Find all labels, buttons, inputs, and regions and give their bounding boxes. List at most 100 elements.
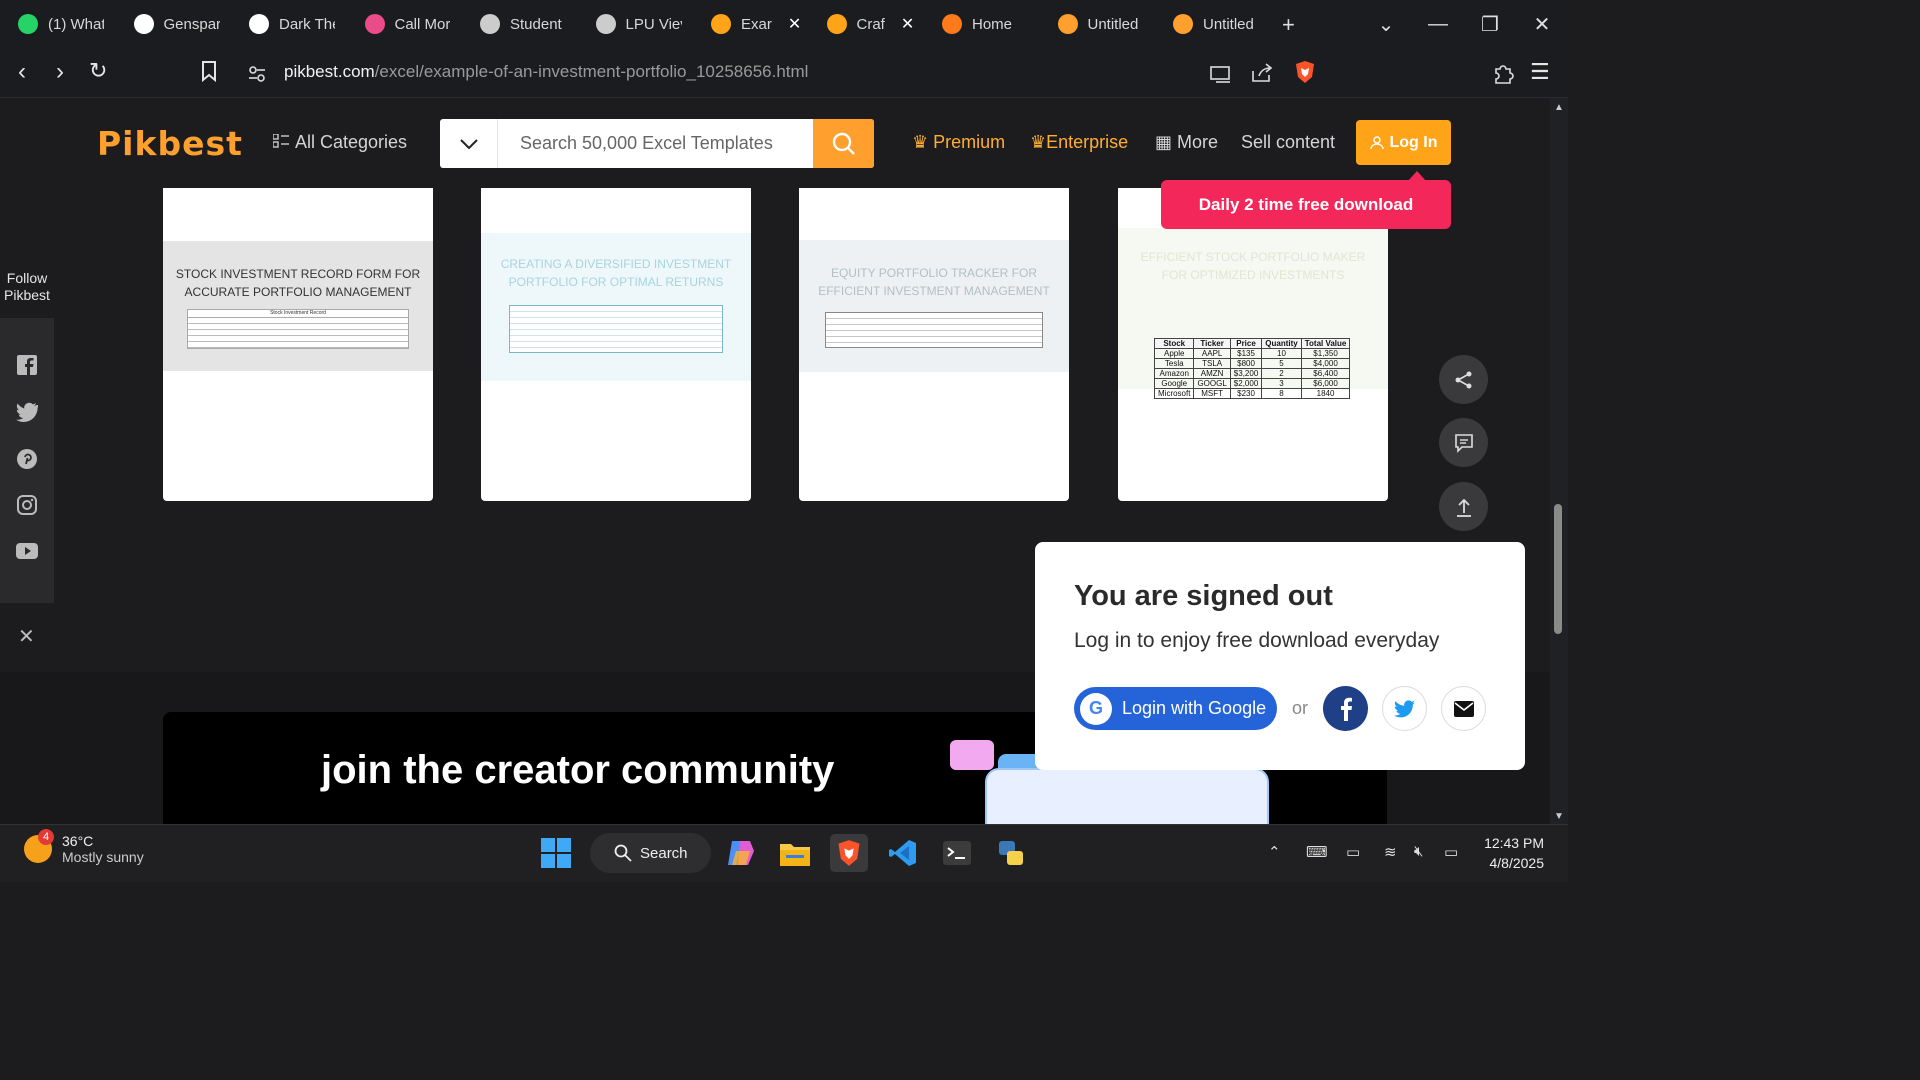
login-with-google-button[interactable]: G Login with Google (1074, 687, 1277, 730)
browser-tab[interactable]: Genspar (116, 0, 232, 48)
search-icon (614, 844, 632, 862)
site-settings-icon[interactable] (248, 62, 266, 90)
minimize-icon[interactable]: — (1412, 13, 1464, 36)
bookmark-icon[interactable] (200, 60, 218, 89)
volume-muted-icon[interactable]: 🔇︎ (1414, 843, 1423, 860)
show-hidden-icons-chevron[interactable]: ⌃ (1268, 843, 1281, 861)
template-card[interactable]: STOCK INVESTMENT RECORD FORM FOR ACCURAT… (163, 188, 433, 501)
search-input[interactable]: Search 50,000 Excel Templates (498, 119, 813, 168)
login-button[interactable]: Log In (1356, 120, 1451, 165)
tablet-mode-icon[interactable]: ▭ (1346, 843, 1360, 861)
share-icon[interactable] (1251, 62, 1273, 90)
facebook-login-button[interactable] (1323, 686, 1368, 731)
menu-icon[interactable]: ☰ (1530, 59, 1550, 85)
facebook-icon[interactable] (16, 354, 38, 376)
email-login-button[interactable] (1441, 686, 1486, 731)
browser-tab[interactable]: Untitled (1040, 0, 1156, 48)
template-card[interactable]: EQUITY PORTFOLIO TRACKER FOR EFFICIENT I… (799, 188, 1069, 501)
python-icon[interactable] (992, 834, 1030, 872)
back-icon[interactable]: ‹ (18, 58, 26, 86)
twitter-icon[interactable] (16, 402, 40, 424)
table-cell: 3 (1261, 378, 1302, 389)
premium-link[interactable]: ♛ Premium (912, 132, 1005, 153)
search-type-dropdown[interactable] (440, 119, 498, 168)
browser-tab[interactable]: Exar ✕ (693, 0, 809, 48)
browser-tab[interactable]: Student (462, 0, 578, 48)
all-categories-label: All Categories (295, 132, 408, 152)
feedback-button[interactable] (1439, 418, 1488, 467)
windows-start-icon[interactable] (537, 834, 575, 872)
vscode-icon[interactable] (884, 834, 922, 872)
file-explorer-icon[interactable] (776, 834, 814, 872)
pikbest-logo[interactable]: Pikbest (97, 124, 243, 163)
reload-icon[interactable]: ↻ (89, 58, 107, 84)
arrow-up-icon (1456, 498, 1471, 517)
pikbest-tab-icon (711, 14, 731, 34)
tab-search-chevron-icon[interactable]: ⌄ (1360, 12, 1412, 37)
url-field[interactable]: pikbest.com/excel/example-of-an-investme… (284, 62, 808, 82)
login-label: Log In (1389, 133, 1438, 151)
copilot-icon[interactable] (722, 834, 760, 872)
pinterest-icon[interactable] (16, 448, 38, 470)
close-tab-icon[interactable]: ✕ (788, 14, 801, 34)
search-button[interactable] (813, 119, 874, 168)
more-menu[interactable]: ▦ More (1155, 132, 1218, 153)
card-table-preview (509, 305, 723, 353)
forward-icon[interactable]: › (56, 58, 64, 86)
all-categories-menu[interactable]: All Categories (272, 132, 408, 153)
enterprise-link[interactable]: ♛Enterprise (1030, 132, 1128, 153)
table-cell: $135 (1229, 348, 1263, 359)
terminal-icon[interactable] (938, 834, 976, 872)
keyboard-icon[interactable]: ⌨ (1306, 843, 1328, 861)
card-title: EFFICIENT STOCK PORTFOLIO MAKER FOR OPTI… (1140, 250, 1366, 282)
twitter-icon (1393, 699, 1415, 717)
share-button[interactable] (1439, 355, 1488, 404)
close-window-icon[interactable]: ✕ (1516, 12, 1568, 37)
taskbar-clock[interactable]: 12:43 PM 4/8/2025 (1484, 833, 1544, 873)
browser-tab[interactable]: Home (924, 0, 1040, 48)
globe-icon (480, 14, 500, 34)
browser-tab[interactable]: Craf ✕ (809, 0, 925, 48)
brave-browser-icon[interactable] (830, 834, 868, 872)
tab-list: (1) What Genspar Dark The Call Mor Student LP… (0, 0, 1271, 48)
browser-tab[interactable]: Call Mor (347, 0, 463, 48)
browser-tab[interactable]: Dark The (231, 0, 347, 48)
back-to-top-button[interactable] (1439, 482, 1488, 531)
instagram-icon[interactable] (16, 494, 38, 516)
tab-title: Untitled (1087, 15, 1139, 33)
browser-tab[interactable]: Untitled (1155, 0, 1271, 48)
taskbar-search[interactable]: Search (590, 833, 711, 873)
table-cell: $3,200 (1229, 368, 1263, 379)
close-tab-icon[interactable]: ✕ (901, 14, 914, 34)
weather-widget[interactable]: 4 36°C Mostly sunny (24, 829, 144, 865)
more-label: More (1177, 132, 1219, 152)
table-row: Tesla TSLA $800 5 $4,000 (1153, 358, 1351, 369)
battery-icon[interactable]: ▭ (1444, 843, 1458, 861)
sell-content-link[interactable]: Sell content (1241, 132, 1335, 153)
tab-title: Untitled (1203, 15, 1254, 33)
restore-icon[interactable]: ❐ (1464, 12, 1516, 37)
wifi-icon[interactable]: ≋ (1384, 843, 1397, 861)
browser-tab[interactable]: (1) What (0, 0, 116, 48)
extensions-icon[interactable] (1492, 62, 1514, 91)
table-cell: GOOGL (1193, 378, 1231, 389)
twitter-login-button[interactable] (1382, 686, 1427, 731)
new-tab-button[interactable]: + (1282, 12, 1295, 38)
scrollbar-thumb[interactable] (1554, 504, 1562, 634)
page-scrollbar[interactable]: ▲ ▼ (1550, 98, 1568, 824)
or-separator: or (1292, 698, 1309, 718)
youtube-icon[interactable] (16, 542, 38, 564)
cast-icon[interactable] (1210, 62, 1232, 90)
premium-label: Premium (933, 132, 1006, 152)
browser-tab[interactable]: LPU Viev (578, 0, 694, 48)
popup-subtitle: Log in to enjoy free download everyday (1074, 629, 1440, 652)
follow-pikbest: Follow Pikbest (0, 270, 54, 304)
scroll-down-icon[interactable]: ▼ (1554, 811, 1564, 822)
close-follow-icon[interactable]: ✕ (18, 624, 35, 649)
brave-shield-icon[interactable] (1294, 60, 1316, 91)
scroll-up-icon[interactable]: ▲ (1554, 102, 1564, 113)
template-card[interactable]: CREATING A DIVERSIFIED INVESTMENT PORTFO… (481, 188, 751, 501)
notebook-icon (1173, 14, 1193, 34)
template-card[interactable]: EFFICIENT STOCK PORTFOLIO MAKER FOR OPTI… (1118, 188, 1388, 501)
portfolio-table: Stock Ticker Price Quantity Total Value Appl… (1153, 338, 1351, 399)
